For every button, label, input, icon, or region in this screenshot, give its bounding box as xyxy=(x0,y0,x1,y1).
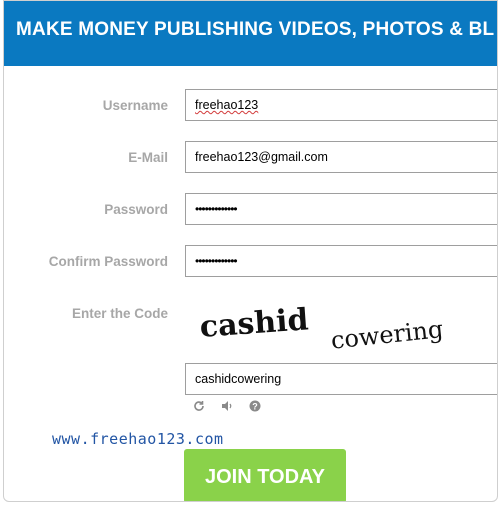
confirm-password-label: Confirm Password xyxy=(48,254,168,269)
confirm-password-field[interactable]: ••••••••••••• xyxy=(185,245,497,277)
captcha-image: cashid cowering xyxy=(186,297,497,359)
captcha-word-1: cashid xyxy=(199,302,310,345)
code-value: cashidcowering xyxy=(195,372,282,386)
help-icon[interactable]: ? xyxy=(248,400,262,412)
audio-icon[interactable] xyxy=(220,400,234,412)
password-field[interactable]: ••••••••••••• xyxy=(185,193,497,225)
email-value: freehao123@gmail.com xyxy=(195,150,328,164)
email-field[interactable]: freehao123@gmail.com xyxy=(185,141,497,173)
password-label: Password xyxy=(104,202,168,217)
signup-card: MAKE MONEY PUBLISHING VIDEOS, PHOTOS & B… xyxy=(3,0,498,502)
password-value: ••••••••••••• xyxy=(195,202,238,216)
refresh-icon[interactable] xyxy=(192,400,206,412)
watermark-text: www.freehao123.com xyxy=(52,430,224,448)
username-value: freehao123 xyxy=(195,98,259,112)
username-field[interactable]: freehao123 xyxy=(185,89,497,121)
email-label: E-Mail xyxy=(128,150,168,165)
page-title: MAKE MONEY PUBLISHING VIDEOS, PHOTOS & B… xyxy=(16,19,495,40)
code-label: Enter the Code xyxy=(71,306,168,321)
code-input[interactable]: cashidcowering xyxy=(185,363,497,395)
svg-text:?: ? xyxy=(252,402,258,412)
header-bar: MAKE MONEY PUBLISHING VIDEOS, PHOTOS & B… xyxy=(4,1,497,66)
join-today-button[interactable]: JOIN TODAY xyxy=(184,449,346,501)
captcha-word-2: cowering xyxy=(330,315,445,355)
username-label: Username xyxy=(102,98,168,113)
confirm-password-value: ••••••••••••• xyxy=(195,254,238,268)
